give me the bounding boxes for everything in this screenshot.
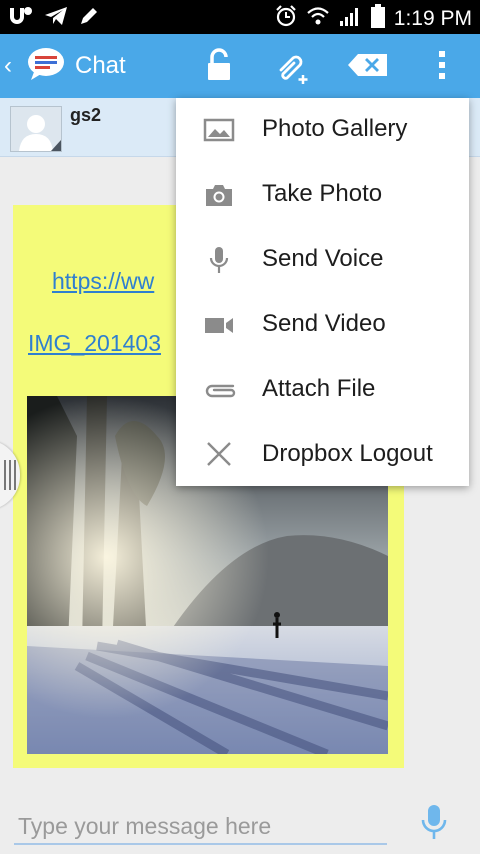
menu-item-attach-file[interactable]: Attach File (176, 358, 469, 423)
message-input[interactable] (14, 809, 387, 845)
app-bar: ‹ Chat (0, 34, 480, 98)
close-icon (203, 441, 235, 469)
overflow-menu-icon[interactable] (437, 50, 447, 85)
camera-icon (203, 181, 235, 209)
attachment-link[interactable]: IMG_201403 (28, 330, 161, 357)
back-chevron-icon[interactable]: ‹ (4, 52, 12, 80)
signal-icon (338, 5, 362, 33)
pencil-icon (78, 5, 100, 32)
telegram-icon (44, 5, 68, 32)
lock-icon[interactable] (205, 48, 233, 87)
message-link[interactable]: https://ww (52, 268, 154, 295)
menu-item-send-voice[interactable]: Send Voice (176, 228, 469, 293)
mic-icon (203, 246, 235, 274)
wifi-icon (306, 5, 330, 33)
contact-name: gs2 (70, 105, 102, 125)
attach-add-icon[interactable] (274, 48, 312, 91)
video-icon (203, 311, 235, 339)
gallery-icon (203, 116, 235, 144)
overflow-popup-menu: Photo Gallery Take Photo Send Voice Send… (176, 98, 469, 486)
backspace-icon[interactable] (348, 54, 388, 81)
status-bar: 1:19 PM (0, 0, 480, 34)
alarm-icon (274, 4, 298, 34)
voice-input-mic-icon[interactable] (420, 804, 448, 845)
menu-item-take-photo[interactable]: Take Photo (176, 163, 469, 228)
battery-icon (370, 4, 386, 34)
clock-text: 1:19 PM (393, 7, 472, 30)
avatar[interactable] (10, 106, 62, 152)
paperclip-icon (203, 376, 236, 404)
menu-item-dropbox-logout[interactable]: Dropbox Logout (176, 423, 469, 488)
menu-item-send-video[interactable]: Send Video (176, 293, 469, 358)
app-notification-icon (8, 5, 34, 32)
app-title: Chat (75, 52, 126, 79)
menu-item-photo-gallery[interactable]: Photo Gallery (176, 98, 469, 163)
chat-logo-icon (26, 47, 66, 81)
